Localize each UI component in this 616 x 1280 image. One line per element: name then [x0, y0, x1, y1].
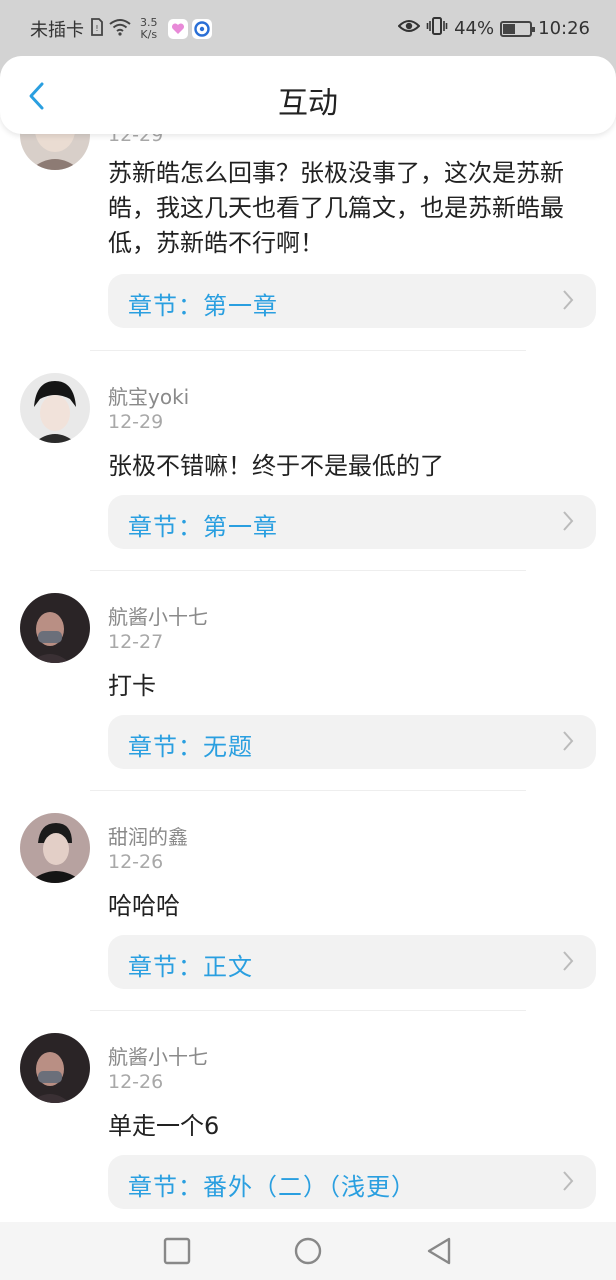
comment-date: 12-29 [108, 411, 164, 433]
divider [90, 790, 526, 791]
battery-percent: 44% [454, 18, 495, 39]
user-name[interactable]: 航酱小十七 [108, 601, 208, 630]
page-title: 互动 [278, 86, 338, 121]
divider [90, 350, 526, 351]
comment-item: 航酱小十七 12-26 单走一个6 章节：番外（二）（浅更） [0, 1033, 616, 1222]
comment-text: 单走一个6 [108, 1112, 220, 1140]
sim-card-icon: ! [91, 17, 103, 41]
chapter-label: 章节：番外（二）（浅更） [128, 1173, 416, 1201]
home-button[interactable] [293, 1236, 323, 1266]
user-name[interactable]: 甜润的鑫 [108, 821, 188, 850]
chevron-right-icon [562, 289, 574, 315]
browser-app-icon [191, 19, 212, 39]
comment-date: 12-27 [108, 631, 164, 653]
comment-item: 航宝yoki 12-29 张极不错嘛！终于不是最低的了 章节：第一章 [0, 373, 616, 593]
chevron-right-icon [562, 950, 574, 976]
battery-fill [503, 23, 516, 34]
top-bar: 互动 [0, 56, 616, 134]
user-name[interactable]: 航宝yoki [108, 381, 189, 410]
wifi-icon [109, 18, 131, 41]
comment-date: 12-26 [108, 851, 164, 873]
comment-text: 苏新皓怎么回事？张极没事了，这次是苏新皓，我这几天也看了几篇文，也是苏新皓最低，… [108, 159, 564, 257]
clock: 10:26 [538, 18, 590, 39]
network-speed: 3.5 K/s [140, 17, 158, 41]
comment-item: 航酱小十七 12-27 打卡 章节：无题 [0, 593, 616, 813]
divider [90, 570, 526, 571]
chapter-label: 章节：无题 [128, 733, 253, 761]
user-name[interactable]: 航酱小十七 [108, 1041, 208, 1070]
triangle-back-icon [427, 1237, 451, 1265]
divider [90, 1010, 526, 1011]
battery-icon [500, 20, 536, 37]
interaction-page: 12-29 苏新皓怎么回事？张极没事了，这次是苏新皓，我这几天也看了几篇文，也是… [0, 56, 616, 1222]
comment-text: 哈哈哈 [108, 892, 180, 920]
recents-button[interactable] [162, 1236, 192, 1266]
chapter-link[interactable]: 章节：第一章 [108, 274, 596, 328]
chapter-link[interactable]: 章节：番外（二）（浅更） [108, 1155, 596, 1209]
avatar[interactable] [20, 593, 90, 663]
status-bar: 未插卡 ! 3.5 K/s 44% 10:26 [0, 0, 616, 56]
chapter-link[interactable]: 章节：第一章 [108, 495, 596, 549]
vibrate-icon [426, 16, 448, 41]
chevron-right-icon [562, 730, 574, 756]
carrier-label: 未插卡 [30, 20, 84, 41]
chapter-link[interactable]: 章节：无题 [108, 715, 596, 769]
status-left: 未插卡 ! 3.5 K/s [30, 16, 212, 42]
chapter-label: 章节：正文 [128, 953, 253, 981]
comment-text: 打卡 [108, 672, 156, 700]
circle-icon [294, 1237, 322, 1265]
heart-app-icon [167, 19, 188, 39]
avatar[interactable] [20, 1033, 90, 1103]
system-nav-bar [0, 1222, 616, 1280]
chevron-right-icon [562, 510, 574, 536]
svg-text:!: ! [95, 24, 98, 33]
back-nav-button[interactable] [424, 1236, 454, 1266]
chapter-label: 章节：第一章 [128, 292, 278, 320]
speed-unit: K/s [140, 28, 158, 41]
chapter-label: 章节：第一章 [128, 513, 278, 541]
comment-text: 张极不错嘛！终于不是最低的了 [108, 452, 444, 480]
eye-icon [397, 18, 421, 39]
chevron-right-icon [562, 1170, 574, 1196]
avatar[interactable] [20, 373, 90, 443]
status-right: 44% 10:26 [392, 16, 590, 41]
chapter-link[interactable]: 章节：正文 [108, 935, 596, 989]
comment-item: 甜润的鑫 12-26 哈哈哈 章节：正文 [0, 813, 616, 1033]
avatar[interactable] [20, 813, 90, 883]
square-icon [163, 1237, 191, 1265]
comment-date: 12-26 [108, 1071, 164, 1093]
